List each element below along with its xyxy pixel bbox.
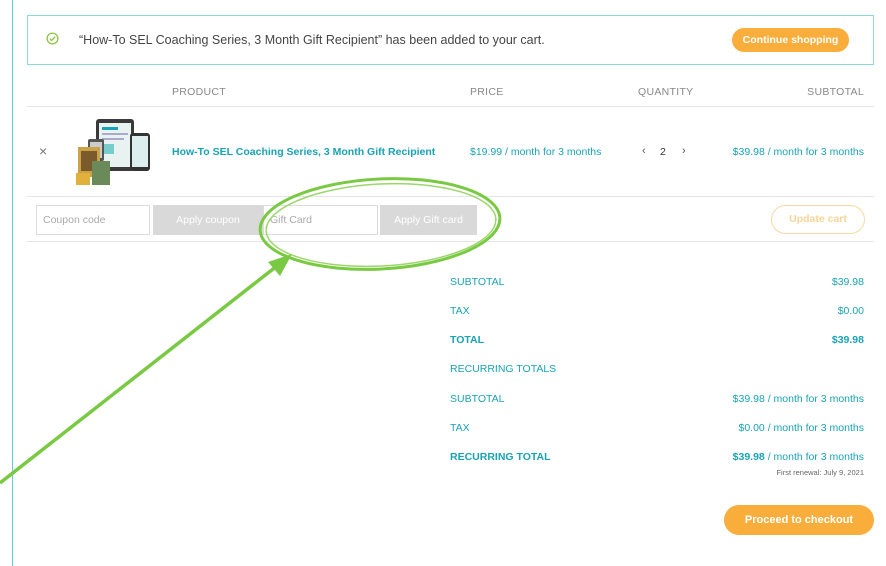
recurring-tax-label: TAX <box>450 422 470 434</box>
remove-item-icon[interactable]: × <box>39 143 47 159</box>
recurring-total-value: $39.98 / month for 3 months <box>733 451 864 463</box>
totals-subtotal-label: SUBTOTAL <box>450 276 505 288</box>
recurring-subtotal-label: SUBTOTAL <box>450 393 505 405</box>
update-cart-button[interactable]: Update cart <box>771 205 865 234</box>
totals-tax-label: TAX <box>450 305 470 317</box>
coupon-code-input[interactable]: Coupon code <box>36 205 150 235</box>
recurring-subtotal-value: $39.98 / month for 3 months <box>732 393 864 405</box>
totals-total-value: $39.98 <box>831 334 864 346</box>
quantity-increase-button[interactable]: › <box>682 145 686 157</box>
left-frame-border <box>12 0 13 566</box>
cart-notice: “How-To SEL Coaching Series, 3 Month Gif… <box>27 15 874 65</box>
header-subtotal: SUBTOTAL <box>807 86 864 98</box>
product-name-link[interactable]: How-To SEL Coaching Series, 3 Month Gift… <box>172 146 435 158</box>
quantity-decrease-button[interactable]: ‹ <box>642 145 646 157</box>
first-renewal-note: First renewal: July 9, 2021 <box>776 468 864 477</box>
annotation-arrow-head <box>268 254 292 276</box>
header-product: PRODUCT <box>172 86 227 98</box>
recurring-total-suffix: / month for 3 months <box>764 451 864 463</box>
divider <box>27 241 874 242</box>
product-thumbnail[interactable] <box>74 117 152 189</box>
apply-coupon-button[interactable]: Apply coupon <box>153 205 263 235</box>
gift-card-input[interactable]: Gift Card <box>263 205 378 235</box>
proceed-to-checkout-button[interactable]: Proceed to checkout <box>724 505 874 535</box>
recurring-total-amount: $39.98 <box>732 451 765 463</box>
annotation-overlay <box>0 177 502 485</box>
item-price: $19.99 / month for 3 months <box>470 146 602 158</box>
quantity-value[interactable]: 2 <box>660 146 666 158</box>
notice-message: “How-To SEL Coaching Series, 3 Month Gif… <box>79 33 545 47</box>
recurring-total-label: RECURRING TOTAL <box>450 451 551 463</box>
recurring-tax-value: $0.00 / month for 3 months <box>738 422 865 434</box>
item-subtotal: $39.98 / month for 3 months <box>732 146 864 158</box>
totals-tax-value: $0.00 <box>837 305 864 317</box>
recurring-totals-heading: RECURRING TOTALS <box>450 363 557 375</box>
check-circle-icon <box>46 32 59 45</box>
divider <box>27 196 874 197</box>
annotation-arrow-line <box>0 260 284 485</box>
header-quantity: QUANTITY <box>638 86 694 98</box>
totals-subtotal-value: $39.98 <box>831 276 864 288</box>
continue-shopping-button[interactable]: Continue shopping <box>732 28 849 52</box>
header-price: PRICE <box>470 86 504 98</box>
divider <box>27 106 874 107</box>
totals-total-label: TOTAL <box>450 334 485 346</box>
apply-gift-card-button[interactable]: Apply Gift card <box>380 205 477 235</box>
